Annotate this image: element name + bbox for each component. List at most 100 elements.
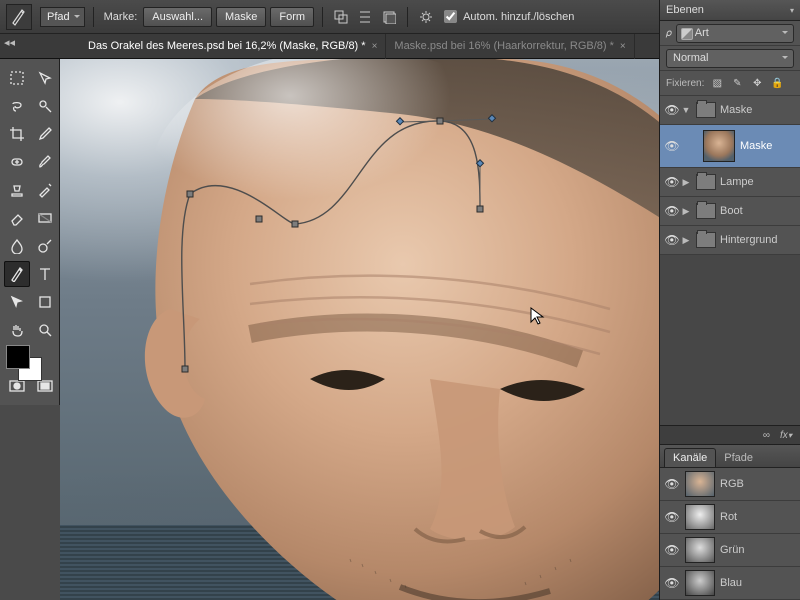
layer-image-maske[interactable]: 👁 Maske	[660, 125, 800, 168]
path-arrange-icon[interactable]	[379, 7, 399, 27]
channel-red[interactable]: 👁 Rot	[660, 501, 800, 534]
path-union-icon[interactable]	[331, 7, 351, 27]
visibility-icon[interactable]: 👁	[664, 139, 680, 153]
blur-tool[interactable]	[4, 233, 30, 259]
eraser-tool[interactable]	[4, 205, 30, 231]
path-align-icon[interactable]	[355, 7, 375, 27]
lock-brush-icon[interactable]: ✎	[730, 76, 744, 90]
visibility-icon[interactable]: 👁	[664, 543, 680, 557]
lock-row: Fixieren: ▧ ✎ ✥ 🔒	[660, 71, 800, 96]
channel-rgb[interactable]: 👁 RGB	[660, 468, 800, 501]
healing-tool[interactable]	[4, 149, 30, 175]
layer-group-lampe[interactable]: 👁 ▶ Lampe	[660, 168, 800, 197]
folder-icon	[696, 203, 716, 219]
visibility-icon[interactable]: 👁	[664, 204, 680, 218]
pen-tool[interactable]	[4, 261, 30, 287]
layer-name: Lampe	[720, 176, 800, 188]
layer-name: Boot	[720, 205, 800, 217]
tab-document-1[interactable]: Das Orakel des Meeres.psd bei 16,2% (Mas…	[80, 34, 386, 59]
foreground-color-swatch[interactable]	[6, 345, 30, 369]
head-image	[100, 59, 660, 600]
close-icon[interactable]: ×	[372, 34, 378, 59]
path-select-tool[interactable]	[4, 289, 30, 315]
visibility-icon[interactable]: 👁	[664, 477, 680, 491]
layer-name: Hintergrund	[720, 234, 800, 246]
layers-title: Ebenen	[666, 4, 704, 16]
make-selection-button[interactable]: Auswahl...	[143, 7, 212, 27]
blend-mode-dropdown[interactable]: Normal	[666, 49, 794, 68]
link-icon[interactable]: ∞	[763, 430, 770, 441]
document-canvas[interactable]	[60, 59, 660, 600]
tab-title: Maske.psd bei 16% (Haarkorrektur, RGB/8)…	[394, 34, 613, 59]
layer-name: Maske	[740, 140, 800, 152]
hand-tool[interactable]	[4, 317, 30, 343]
eyedropper-tool[interactable]	[32, 121, 58, 147]
twist-icon[interactable]: ▶	[680, 177, 692, 188]
tab-paths[interactable]: Pfade	[716, 449, 761, 467]
channel-thumbnail	[685, 504, 715, 530]
channel-blue[interactable]: 👁 Blau	[660, 567, 800, 600]
make-mask-button[interactable]: Maske	[216, 7, 266, 27]
visibility-icon[interactable]: 👁	[664, 103, 680, 117]
channel-green[interactable]: 👁 Grün	[660, 534, 800, 567]
marquee-tool[interactable]	[4, 65, 30, 91]
gradient-tool[interactable]	[32, 205, 58, 231]
tabbar-handle-icon[interactable]: ◂◂	[4, 36, 18, 56]
dodge-tool[interactable]	[32, 233, 58, 259]
active-tool-indicator	[6, 4, 32, 30]
lasso-tool[interactable]	[4, 93, 30, 119]
lock-label: Fixieren:	[666, 78, 704, 89]
lock-pixels-icon[interactable]: ▧	[710, 76, 724, 90]
twist-icon[interactable]: ▼	[680, 105, 692, 115]
channels-panel-tabs: Kanäle Pfade	[660, 445, 800, 468]
visibility-icon[interactable]: 👁	[664, 510, 680, 524]
lock-position-icon[interactable]: ✥	[750, 76, 764, 90]
channel-thumbnail	[685, 537, 715, 563]
channel-name: Blau	[720, 577, 800, 589]
layers-footer-bar: ∞ fx▾	[660, 425, 800, 445]
channel-name: Rot	[720, 511, 800, 523]
layers-empty-area	[660, 255, 800, 425]
channels-list: 👁 RGB 👁 Rot 👁 Grün 👁 Blau	[660, 468, 800, 600]
channel-thumbnail	[685, 471, 715, 497]
layers-panel-header[interactable]: Ebenen ▾	[660, 0, 800, 21]
layer-group-hintergrund[interactable]: 👁 ▶ Hintergrund	[660, 226, 800, 255]
fx-icon[interactable]: fx▾	[780, 430, 792, 441]
folder-icon	[696, 174, 716, 190]
kind-filter-dropdown[interactable]: Art	[676, 24, 794, 43]
twist-icon[interactable]: ▶	[680, 235, 692, 246]
path-settings-icon[interactable]	[416, 7, 436, 27]
layer-kind-row: 𝜌 Art	[660, 21, 800, 46]
make-shape-button[interactable]: Form	[270, 7, 314, 27]
tab-channels[interactable]: Kanäle	[664, 448, 716, 467]
folder-icon	[696, 102, 716, 118]
toolbox	[0, 59, 60, 405]
autoadd-label: Autom. hinzuf./löschen	[463, 11, 574, 23]
path-mode-dropdown[interactable]: Pfad	[40, 7, 85, 27]
layers-list: 👁 ▼ Maske 👁 Maske 👁 ▶ Lampe 👁 ▶ Boot 👁 ▶	[660, 96, 800, 255]
close-icon[interactable]: ×	[620, 34, 626, 59]
stamp-tool[interactable]	[4, 177, 30, 203]
layer-group-maske[interactable]: 👁 ▼ Maske	[660, 96, 800, 125]
quick-select-tool[interactable]	[32, 93, 58, 119]
tab-document-2[interactable]: Maske.psd bei 16% (Haarkorrektur, RGB/8)…	[386, 34, 634, 59]
type-tool[interactable]	[32, 261, 58, 287]
visibility-icon[interactable]: 👁	[664, 233, 680, 247]
color-swatches[interactable]	[4, 345, 58, 371]
brush-tool[interactable]	[32, 149, 58, 175]
panel-menu-icon[interactable]: ▾	[790, 6, 794, 15]
autoadd-checkbox[interactable]	[444, 10, 457, 23]
folder-icon	[696, 232, 716, 248]
crop-tool[interactable]	[4, 121, 30, 147]
shape-tool[interactable]	[32, 289, 58, 315]
history-brush-tool[interactable]	[32, 177, 58, 203]
zoom-tool[interactable]	[32, 317, 58, 343]
channel-name: Grün	[720, 544, 800, 556]
move-tool[interactable]	[32, 65, 58, 91]
twist-icon[interactable]: ▶	[680, 206, 692, 217]
visibility-icon[interactable]: 👁	[664, 576, 680, 590]
layer-thumbnail[interactable]	[703, 130, 735, 162]
visibility-icon[interactable]: 👁	[664, 175, 680, 189]
lock-all-icon[interactable]: 🔒	[770, 76, 784, 90]
layer-group-boot[interactable]: 👁 ▶ Boot	[660, 197, 800, 226]
